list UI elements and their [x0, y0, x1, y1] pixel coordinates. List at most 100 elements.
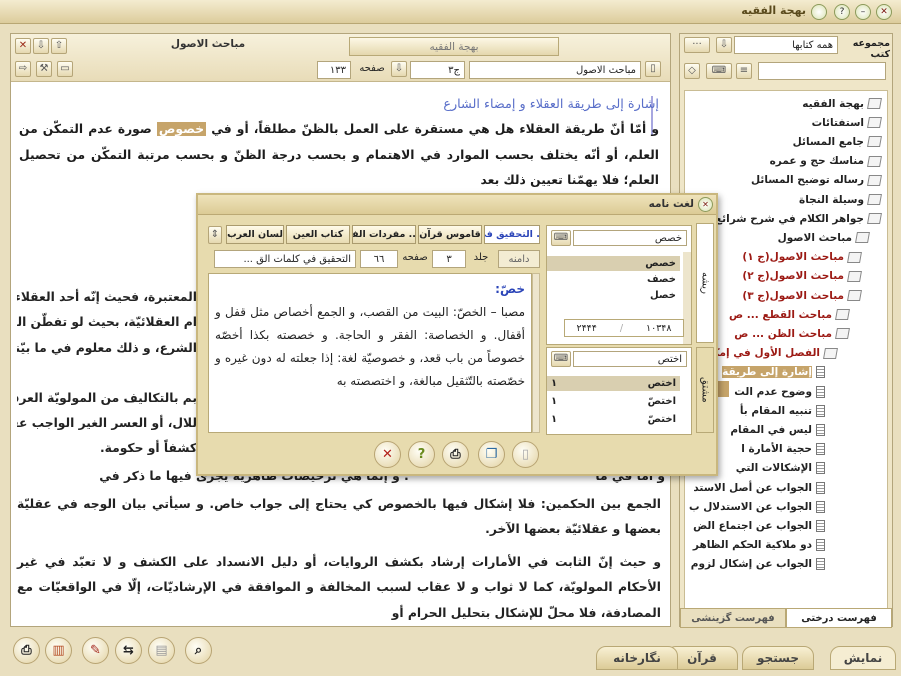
tree-item[interactable]: الجواب عن أصل الاستد — [693, 479, 825, 496]
more-icon[interactable]: ··· — [684, 37, 710, 53]
print-icon[interactable]: ⎙ — [442, 441, 469, 468]
dropdown-arrow-icon[interactable]: ⇩ — [716, 37, 732, 53]
scrollbar[interactable] — [683, 252, 691, 344]
note-icon[interactable]: ✎ — [82, 637, 109, 664]
book-icon — [867, 155, 882, 167]
tree-search-input[interactable] — [758, 62, 886, 80]
zoom-icon[interactable]: ⌕ — [185, 637, 212, 664]
tree-item[interactable]: الفصل الأول في إمكا — [710, 345, 838, 362]
tab-display[interactable]: نمايش — [830, 646, 896, 670]
tree-item[interactable]: إشارة إلى طريقة — [722, 364, 825, 381]
range-button[interactable]: دامنه — [498, 250, 540, 268]
tab-tree[interactable]: فهرست درختى — [786, 608, 892, 628]
tree-item[interactable]: مباحث الظن ... ص — [734, 325, 850, 342]
tab-qamus[interactable]: قاموس قرآن — [418, 225, 482, 244]
page-icon[interactable]: ▤ — [148, 637, 175, 664]
keyboard-icon[interactable]: ⌨ — [551, 351, 571, 367]
collection-select[interactable]: همه كتابها — [734, 36, 838, 54]
volume-field[interactable]: ج٣ — [410, 61, 465, 79]
tree-item-label: الإشكالات التي — [735, 462, 812, 475]
tree-item[interactable]: مباحث الاصول(ج ١) — [742, 249, 862, 266]
list-item[interactable]: خصل — [547, 288, 680, 303]
tab-book[interactable]: بهجة الفقيه — [349, 37, 559, 56]
books-icon[interactable]: ▥ — [45, 637, 72, 664]
tree-item-label: دو ملاكية الحكم الظاهر — [692, 539, 812, 552]
arrow-down-icon[interactable]: ⇩ — [33, 38, 49, 54]
tree-item[interactable]: وضوح عدم الت — [734, 383, 825, 400]
tree-item[interactable]: مباحث الاصول(ج ٢) — [742, 268, 862, 285]
tree-item[interactable]: ليس في المقام — [730, 421, 825, 438]
tree-item-label: مباحث الاصول — [777, 231, 852, 244]
list-item[interactable]: خصص — [547, 256, 680, 271]
volume-field[interactable]: ٣ — [432, 250, 466, 268]
tree-item-label: الجواب عن إشكال لزوم — [690, 558, 812, 571]
collection-select-value: همه كتابها — [792, 39, 833, 51]
dialog-close-icon[interactable]: ✕ — [698, 197, 713, 212]
tree-item[interactable]: مباحث الاصول — [777, 229, 870, 246]
page-field[interactable]: ٦٦ — [360, 250, 398, 268]
search-options-icon[interactable]: ≡ — [736, 63, 752, 79]
derived-search-input[interactable]: اختص — [573, 351, 687, 367]
tab-derived[interactable]: مشتق — [696, 347, 714, 433]
tab-lisan[interactable]: لسان العرب — [226, 225, 284, 244]
tab-search[interactable]: جستجو — [742, 646, 814, 670]
eraser-icon[interactable]: ◇ — [684, 63, 700, 79]
page-number-field[interactable]: ١٣٣ — [317, 61, 351, 79]
chapter-title: مباحث الاصول — [170, 38, 246, 50]
keyboard-icon[interactable]: ⌨ — [551, 230, 571, 246]
tree-item[interactable]: الجواب عن إشكال لزوم — [691, 556, 825, 573]
tree-item[interactable]: حجية الأمارة ا — [741, 441, 825, 458]
list-item[interactable]: اختصّ ١ — [547, 394, 680, 409]
arrow-right-icon[interactable]: ⇨ — [15, 61, 31, 77]
tab-mufradat[interactable]: مفردات الفا ... — [352, 225, 416, 244]
dropdown-arrow-icon[interactable]: ⇩ — [391, 61, 407, 77]
doc-icon — [816, 385, 825, 398]
tree-item[interactable]: مناسك حج و عمره — [770, 153, 882, 170]
tab-scroll-icon[interactable]: ⇕ — [208, 226, 222, 244]
tab-ain[interactable]: كتاب العين — [286, 225, 350, 244]
tab-index[interactable]: فهرست گزينشى — [680, 608, 786, 628]
tree-item-label: إشارة إلى طريقة — [722, 366, 812, 379]
wrench-icon[interactable]: ⚒ — [36, 61, 52, 77]
book-select[interactable]: مباحث الاصول — [469, 61, 641, 79]
tree-item[interactable]: مباحث القطع ... ص — [729, 306, 850, 323]
arrow-up-icon[interactable]: ⇧ — [51, 38, 67, 54]
close-icon[interactable]: ✕ — [876, 4, 892, 20]
keyboard-icon[interactable]: ⌨ — [706, 63, 732, 79]
tree-item[interactable]: الجواب عن الاستدلال ب — [689, 498, 825, 515]
tree-item[interactable]: استفتائات — [812, 114, 882, 131]
root-search-input[interactable]: خصص — [573, 230, 687, 246]
tree-item[interactable]: جامع المسائل — [793, 133, 882, 150]
minimize-icon[interactable]: – — [855, 4, 871, 20]
layout-icon[interactable]: ▭ — [57, 61, 73, 77]
tree-item[interactable]: الإشكالات التي — [736, 460, 825, 477]
tab-tahqiq[interactable]: التحقيق في ... — [484, 225, 540, 244]
list-item[interactable]: اختصّ ١ — [547, 412, 680, 427]
tab-root[interactable]: ريشه — [696, 223, 714, 343]
book-field[interactable]: التحقيق في كلمات الق ... — [214, 250, 356, 268]
list-item[interactable]: اختص ١ — [547, 376, 680, 391]
tree-item[interactable]: الجواب عن اجتماع الض — [693, 517, 825, 534]
book-icon — [867, 174, 882, 186]
tree-item-label: وسيلة النجاة — [799, 193, 864, 206]
tree-item[interactable]: تنبيه المقام بأ — [740, 402, 825, 419]
help-icon[interactable]: ? — [408, 441, 435, 468]
list-item[interactable]: خصف — [547, 272, 680, 287]
close-tab-icon[interactable]: ✕ — [15, 38, 31, 54]
tree-item[interactable]: بهجة الفقيه — [802, 95, 882, 112]
page-icon[interactable]: ▯ — [512, 441, 539, 468]
help-icon[interactable]: ? — [834, 4, 850, 20]
tree-item[interactable]: مباحث الاصول(ج ٣) — [742, 287, 862, 304]
print-icon[interactable]: ⎙ — [13, 637, 40, 664]
tree-item[interactable]: جواهر الكلام في شرح شرائع الا — [700, 210, 882, 227]
tree-item[interactable]: دو ملاكية الحكم الظاهر — [693, 537, 825, 554]
copy-icon[interactable]: ❐ — [478, 441, 505, 468]
entry-scrollbar[interactable] — [532, 273, 540, 433]
export-icon[interactable]: ⇆ — [115, 637, 142, 664]
tree-item[interactable]: رساله توضيح المسائل — [751, 172, 882, 189]
tree-item[interactable]: وسيلة النجاة — [799, 191, 882, 208]
doc-icon — [816, 481, 825, 494]
book-icon[interactable]: ▯ — [645, 61, 661, 77]
tab-gallery[interactable]: نگارخانه — [596, 646, 678, 670]
close-button[interactable]: ✕ — [374, 441, 401, 468]
